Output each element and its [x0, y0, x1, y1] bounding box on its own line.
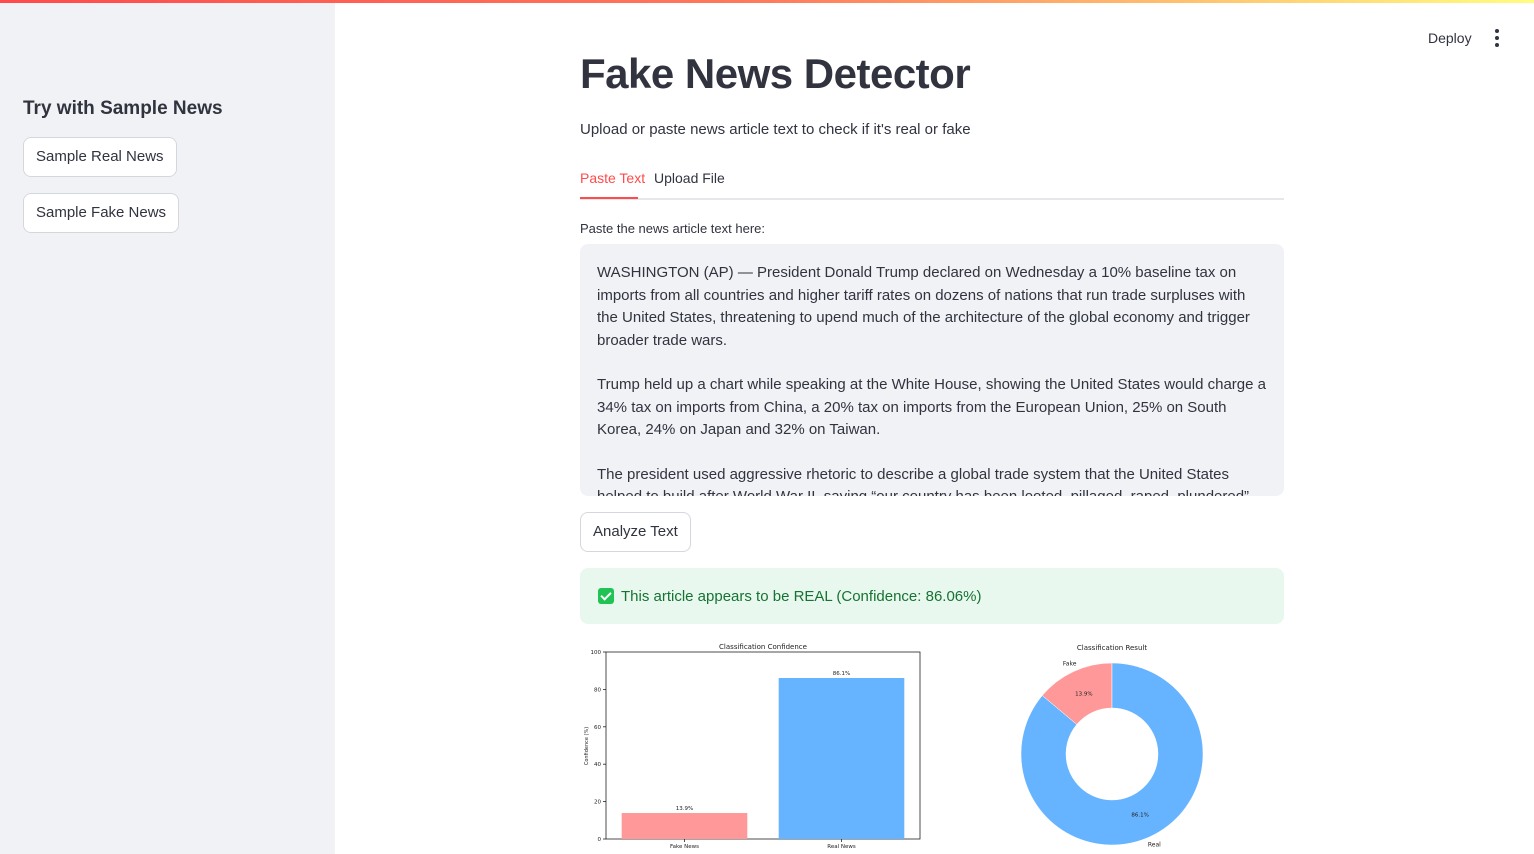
- result-success-alert: This article appears to be REAL (Confide…: [580, 568, 1284, 624]
- chart-title: Classification Confidence: [719, 643, 807, 651]
- y-tick-label: 0: [598, 837, 602, 843]
- x-tick-label: Real News: [827, 844, 856, 850]
- sidebar: Try with Sample News Sample Real News Sa…: [0, 3, 335, 854]
- bar: [621, 813, 748, 839]
- result-text: This article appears to be REAL (Confide…: [621, 587, 982, 605]
- y-tick-label: 40: [594, 762, 601, 768]
- y-tick-label: 80: [594, 687, 601, 693]
- result-donut-chart: Classification Result Fake 13.9% Real 86.1%: [1020, 644, 1204, 849]
- confidence-bar-chart: Classification Confidence Confidence (%)…: [584, 643, 921, 850]
- tab-upload-file[interactable]: Upload File: [654, 170, 725, 186]
- pie-value-label: 86.1%: [1131, 812, 1148, 818]
- y-tick-label: 20: [594, 800, 601, 806]
- article-paragraph: Trump held up a chart while speaking at …: [597, 376, 1266, 438]
- bar-value-label: 86.1%: [833, 671, 850, 677]
- sample-fake-news-button[interactable]: Sample Fake News: [23, 193, 180, 233]
- deploy-button[interactable]: Deploy: [1416, 26, 1484, 50]
- analyze-text-button[interactable]: Analyze Text: [580, 512, 691, 552]
- kebab-menu-icon[interactable]: [1488, 26, 1506, 50]
- y-tick-label: 100: [591, 650, 602, 656]
- textarea-label: Paste the news article text here:: [580, 221, 765, 236]
- page-subtitle: Upload or paste news article text to che…: [580, 121, 971, 138]
- article-paragraph: WASHINGTON (AP) — President Donald Trump…: [597, 264, 1250, 349]
- article-paragraph: The president used aggressive rhetoric t…: [597, 465, 1249, 497]
- tab-bar: Paste Text Upload File: [580, 166, 1284, 200]
- bar-value-label: 13.9%: [676, 806, 693, 812]
- check-icon: [598, 588, 614, 604]
- active-tab-indicator: [580, 197, 638, 199]
- bar: [778, 677, 905, 839]
- y-tick-label: 60: [594, 725, 601, 731]
- chart-title: Classification Result: [1077, 644, 1147, 652]
- article-textarea[interactable]: WASHINGTON (AP) — President Donald Trump…: [580, 244, 1284, 496]
- x-tick-label: Fake News: [670, 844, 699, 850]
- sidebar-heading: Try with Sample News: [23, 98, 223, 119]
- pie-value-label: 13.9%: [1075, 692, 1092, 698]
- pie-label: Fake: [1063, 660, 1077, 667]
- sample-real-news-button[interactable]: Sample Real News: [23, 137, 177, 177]
- page-title: Fake News Detector: [580, 50, 971, 97]
- y-axis-label: Confidence (%): [584, 727, 590, 765]
- pie-label: Real: [1148, 842, 1161, 849]
- tab-paste-text[interactable]: Paste Text: [580, 170, 645, 186]
